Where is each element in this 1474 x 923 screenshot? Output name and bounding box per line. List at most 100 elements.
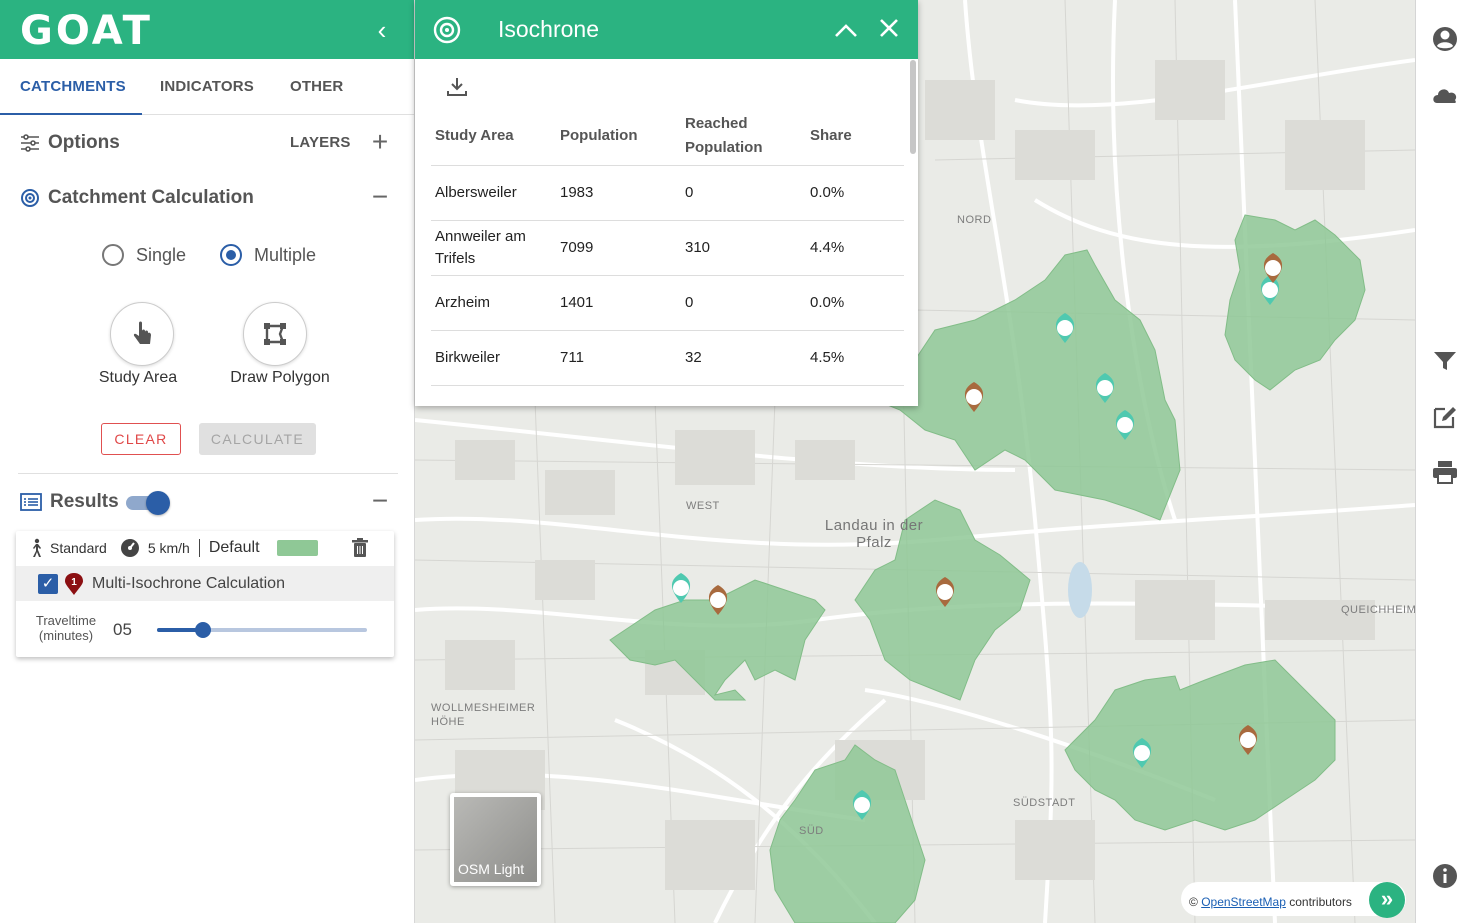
table-row: Albersweiler 1983 0 0.0% [431,165,904,221]
isochrone-results-table: Study Area Population Reached Population… [431,107,904,386]
collapse-results-button[interactable]: − [365,487,395,517]
cell-population: 711 [556,330,681,386]
catchment-section-header[interactable]: Catchment Calculation − [20,183,395,213]
cell-population: 1401 [556,275,681,331]
tab-indicators[interactable]: INDICATORS [142,59,272,115]
result-title: Multi-Isochrone Calculation [92,574,285,592]
column-header-population[interactable]: Population [556,107,681,166]
traveltime-slider[interactable] [157,622,367,638]
map-marker-icon: 1 [65,572,83,595]
speedometer-icon [120,539,139,557]
chevron-up-icon[interactable] [829,12,863,46]
draw-polygon-button[interactable] [243,302,307,366]
map-label-sued: SÜD [799,825,824,837]
tab-other-layers[interactable]: OTHER LAYERS [272,59,414,151]
cell-reached-population: 310 [681,220,806,276]
marker-number: 1 [71,577,77,588]
traveltime-label-line2: (minutes) [38,628,94,643]
goat-logo: GOAT [20,8,153,54]
result-layer-row: ✓ 1 Multi-Isochrone Calculation [16,566,394,601]
double-chevron-icon[interactable]: » [1369,882,1405,918]
sliders-icon [21,134,39,152]
results-visibility-toggle[interactable] [126,490,170,515]
cell-share: 0.0% [806,165,904,221]
isochrone-southeast [1064,659,1336,831]
separator [198,539,200,557]
cloud-icon[interactable] [1430,80,1460,110]
study-area-button[interactable] [110,302,174,366]
map-label-queichheim: QUEICHHEIM [1341,604,1415,616]
basemap-label: OSM Light [458,861,525,877]
study-area-label: Study Area [98,369,178,386]
map-label-wollmesheimer: WOLLMESHEIMER HÖHE [431,702,536,728]
radio-single-label: Single [136,244,187,265]
radio-single[interactable] [102,244,124,266]
result-routing: Default [208,539,260,556]
column-header-share[interactable]: Share [806,107,904,166]
polygon-icon [264,323,286,345]
popup-scrollbar[interactable] [910,60,916,154]
brand-header: GOAT ‹ [0,0,414,59]
cell-reached-population: 0 [681,165,806,221]
results-title: Results [50,491,119,512]
cell-study-area: Albersweiler [431,165,556,221]
column-header-study-area[interactable]: Study Area [431,107,556,166]
openstreetmap-link[interactable]: OpenStreetMap [1201,895,1286,909]
walking-icon [33,538,41,557]
options-title: Options [48,132,120,153]
cell-reached-population: 32 [681,330,806,386]
edit-icon[interactable] [1430,402,1460,432]
traveltime-label-line1: Traveltime [35,613,97,628]
options-section-header[interactable]: Options + [20,128,395,158]
cell-study-area: Birkweiler [431,330,556,386]
map-label-city: Landau in der Pfalz [824,517,924,551]
radio-multiple[interactable] [220,244,243,266]
result-visibility-checkbox[interactable]: ✓ [38,573,58,594]
chevron-left-icon[interactable]: ‹ [368,16,396,44]
basemap-switcher[interactable]: OSM Light [450,793,541,886]
tab-catchments[interactable]: CATCHMENTS [0,59,142,115]
close-icon[interactable] [872,12,906,46]
isochrone-north [874,249,1181,521]
cell-reached-population: 0 [681,275,806,331]
trash-icon[interactable] [351,538,369,558]
basket-icon[interactable] [671,573,691,603]
radio-multiple-label: Multiple [254,244,317,265]
divider [18,473,398,474]
clear-button[interactable]: CLEAR [101,423,181,455]
cell-population: 7099 [556,220,681,276]
tab-bar: CATCHMENTS INDICATORS OTHER LAYERS [0,59,414,151]
result-settings-row: Standard 5 km/h Default [16,531,394,565]
left-sidebar: GOAT ‹ CATCHMENTS INDICATORS OTHER LAYER… [0,0,415,923]
isochrone-color-chip[interactable] [276,540,318,556]
table-row: Birkweiler 711 32 4.5% [431,330,904,386]
catchment-title: Catchment Calculation [48,187,254,208]
cell-share: 0.0% [806,275,904,331]
filter-icon[interactable] [1430,346,1460,376]
list-icon [20,493,42,511]
table-header-row: Study Area Population Reached Population… [431,107,904,166]
cell-share: 4.4% [806,220,904,276]
cell-study-area: Arzheim [431,275,556,331]
calculate-button: CALCULATE [199,423,316,455]
print-icon[interactable] [1430,457,1460,487]
isochrone-popup-header: Isochrone [415,0,918,59]
cell-study-area: Annweiler am Trifels [431,220,556,276]
pond [1068,562,1092,618]
slider-thumb[interactable] [195,622,212,638]
draw-polygon-label: Draw Polygon [230,369,330,386]
user-icon[interactable] [1430,24,1460,54]
column-header-reached-population[interactable]: Reached Population [681,107,806,166]
target-icon [21,189,39,207]
collapse-catchment-button[interactable]: − [365,183,395,213]
download-icon[interactable] [446,76,468,98]
isochrone-popup-title: Isochrone [498,16,600,42]
results-section-header[interactable]: Results − [20,487,395,517]
result-card: Standard 5 km/h Default ✓ 1 Multi-Isochr… [16,531,394,657]
map-label-suedstadt: SÜDSTADT [1013,797,1076,809]
table-row: Arzheim 1401 0 0.0% [431,275,904,331]
map-label-nord: NORD [957,214,992,226]
info-icon[interactable] [1430,861,1460,891]
expand-options-button[interactable]: + [365,128,395,158]
target-icon [433,16,461,44]
